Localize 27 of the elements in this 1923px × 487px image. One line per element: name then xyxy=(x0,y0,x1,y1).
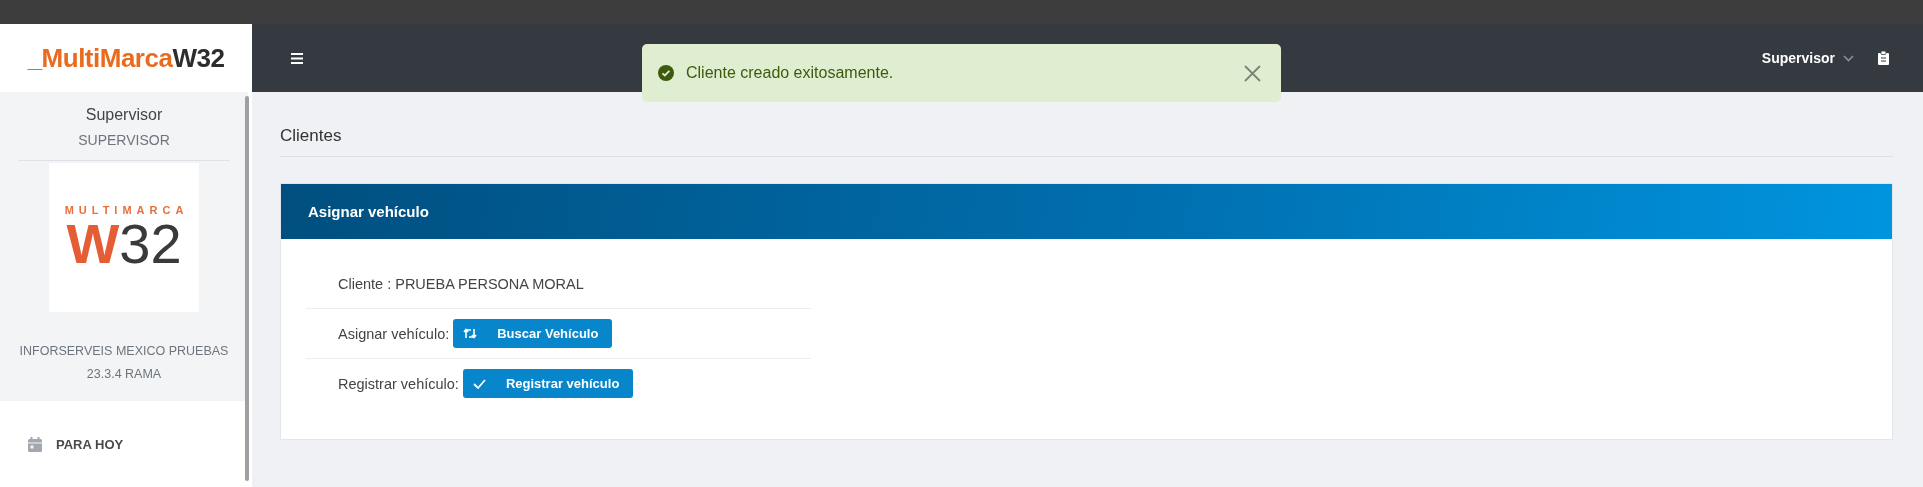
action-button[interactable]: Buscar Vehículo xyxy=(453,319,613,348)
action-button[interactable]: Registrar vehículo xyxy=(462,369,634,398)
close-icon[interactable] xyxy=(1244,64,1261,82)
version-label: 23.3.4 RAMA xyxy=(86,367,162,381)
field-label: Registrar vehículo: xyxy=(338,375,459,392)
card-title: Asignar vehículo xyxy=(308,203,429,220)
menu-icon[interactable] xyxy=(291,52,303,64)
scrollbar[interactable] xyxy=(245,96,249,481)
logo-caption: MULTIMARCA xyxy=(64,203,189,216)
client-label: Cliente : PRUEBA PERSONA MORAL xyxy=(338,275,584,292)
user-name: Supervisor xyxy=(85,106,163,124)
field-label: Asignar vehículo: xyxy=(338,325,450,342)
page-title: Clientes xyxy=(280,92,1893,157)
brand-logo[interactable]: _MultiMarcaW32 xyxy=(0,24,252,92)
user-role: SUPERVISOR xyxy=(78,132,170,148)
nav-item[interactable]: PARA HOY xyxy=(28,435,128,454)
logo-letter: W xyxy=(66,215,120,272)
swap-icon xyxy=(463,328,478,339)
check-circle-icon xyxy=(658,65,674,81)
logo-number: 32 xyxy=(119,215,182,272)
toast-message: Cliente creado exitosamente. xyxy=(686,64,895,82)
clipboard-icon[interactable] xyxy=(1878,51,1889,65)
calendar-icon xyxy=(28,437,42,452)
check-icon xyxy=(472,378,486,389)
company-name: INFORSERVEIS MEXICO PRUEBAS xyxy=(19,344,229,358)
chevron-down-icon xyxy=(1843,54,1854,62)
user-menu[interactable]: Supervisor xyxy=(1761,50,1854,66)
